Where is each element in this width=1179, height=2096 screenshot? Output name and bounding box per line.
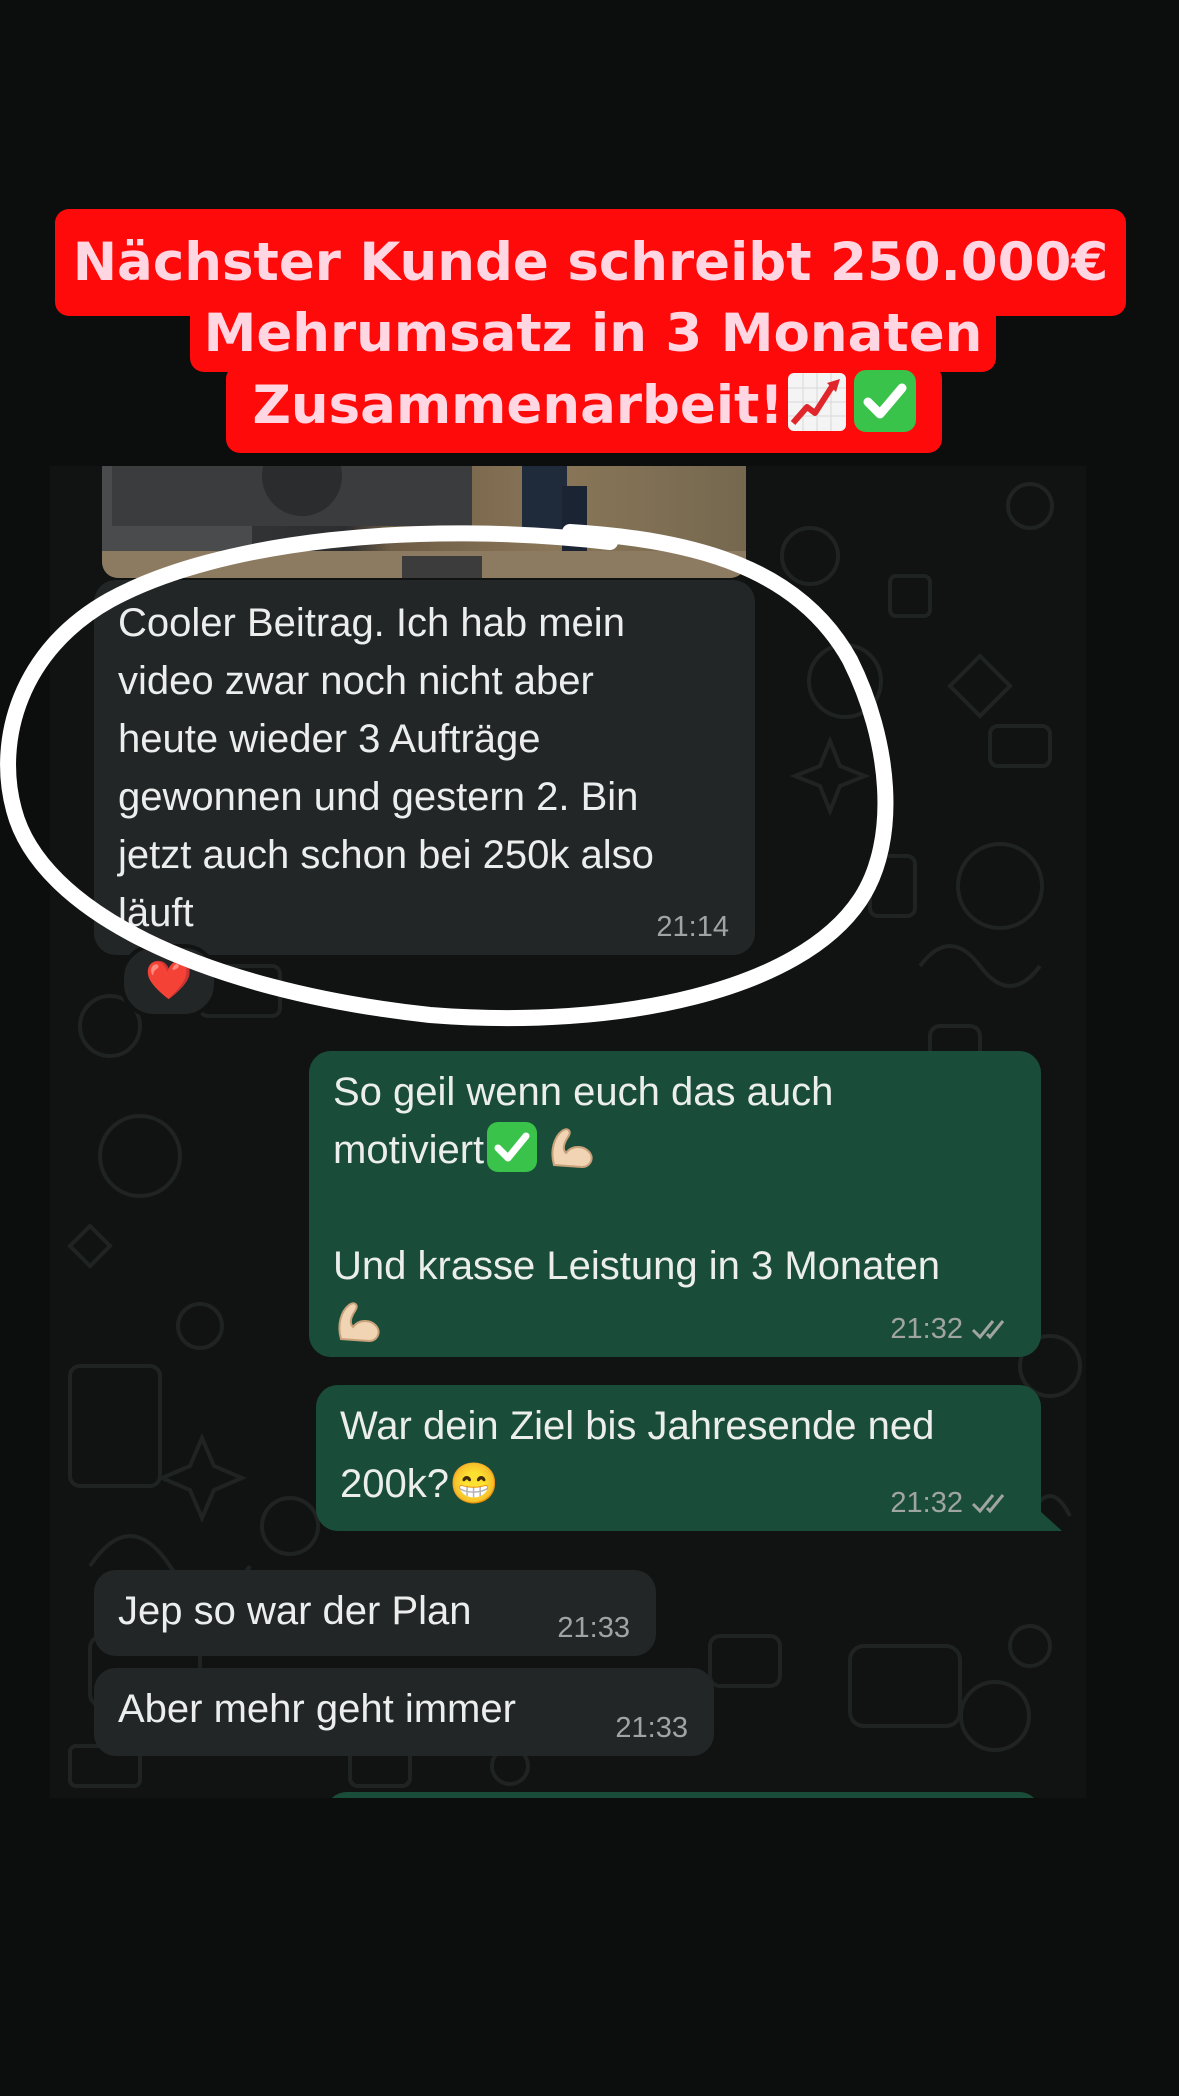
message-incoming-2[interactable]: Jep so war der Plan 21:33 <box>94 1570 656 1656</box>
message-outgoing-2[interactable]: War dein Ziel bis Jahresende ned 200k?😁 … <box>316 1385 1041 1531</box>
message-text: Jep so war der Plan <box>118 1589 472 1633</box>
message-line: gewonnen und gestern 2. Bin <box>118 775 639 819</box>
message-line: läuft <box>118 891 194 935</box>
bubble-tail <box>1040 1511 1062 1531</box>
message-line: motiviert <box>333 1128 485 1172</box>
message-outgoing-1[interactable]: So geil wenn euch das auch motiviert Und… <box>309 1051 1041 1357</box>
message-line: War dein Ziel bis Jahresende ned <box>340 1404 935 1448</box>
message-timestamp: 21:33 <box>557 1612 630 1644</box>
heart-reaction-icon[interactable]: ❤️ <box>120 944 218 1018</box>
message-timestamp: 21:14 <box>656 911 729 943</box>
message-time: 21:32 <box>890 1487 963 1519</box>
flexed-biceps-icon <box>551 1128 593 1169</box>
headline-line-2: Mehrumsatz in 3 Monaten <box>190 296 996 372</box>
photo-content <box>102 466 746 578</box>
message-line: 200k? <box>340 1462 449 1506</box>
message-time: 21:32 <box>890 1313 963 1345</box>
message-line: heute wieder 3 Aufträge <box>118 717 541 761</box>
double-check-read-icon <box>971 1320 1005 1340</box>
message-timestamp: 21:32 <box>890 1313 1015 1345</box>
message-timestamp: 21:32 <box>890 1487 1015 1519</box>
chat-conversation[interactable]: Cooler Beitrag. Ich hab mein video zwar … <box>50 466 1086 1798</box>
message-timestamp: 21:33 <box>615 1712 688 1744</box>
message-line: jetzt auch schon bei 250k also <box>118 833 654 877</box>
double-check-read-icon <box>971 1494 1005 1514</box>
photo-attachment[interactable] <box>102 466 746 578</box>
message-incoming-1[interactable]: Cooler Beitrag. Ich hab mein video zwar … <box>94 580 755 955</box>
message-incoming-3[interactable]: Aber mehr geht immer 21:33 <box>94 1668 714 1756</box>
message-text: Aber mehr geht immer <box>118 1687 516 1731</box>
flexed-biceps-icon <box>338 1302 380 1343</box>
grinning-face-icon: 😁 <box>448 1462 499 1506</box>
message-line: Cooler Beitrag. Ich hab mein <box>118 601 625 645</box>
message-outgoing-partial[interactable] <box>325 1792 1041 1798</box>
message-line: Und krasse Leistung in 3 Monaten <box>333 1244 941 1288</box>
check-mark-button-icon <box>853 370 916 432</box>
check-mark-button-icon <box>487 1122 538 1172</box>
chart-increasing-icon <box>787 373 846 431</box>
message-line: video zwar noch nicht aber <box>118 659 594 703</box>
headline-line-3-text: Zusammenarbeit! <box>252 375 784 436</box>
message-line: So geil wenn euch das auch <box>333 1070 834 1114</box>
headline-line-3: Zusammenarbeit! <box>226 365 942 453</box>
message-line-with-emoji: motiviert <box>333 1121 1017 1179</box>
